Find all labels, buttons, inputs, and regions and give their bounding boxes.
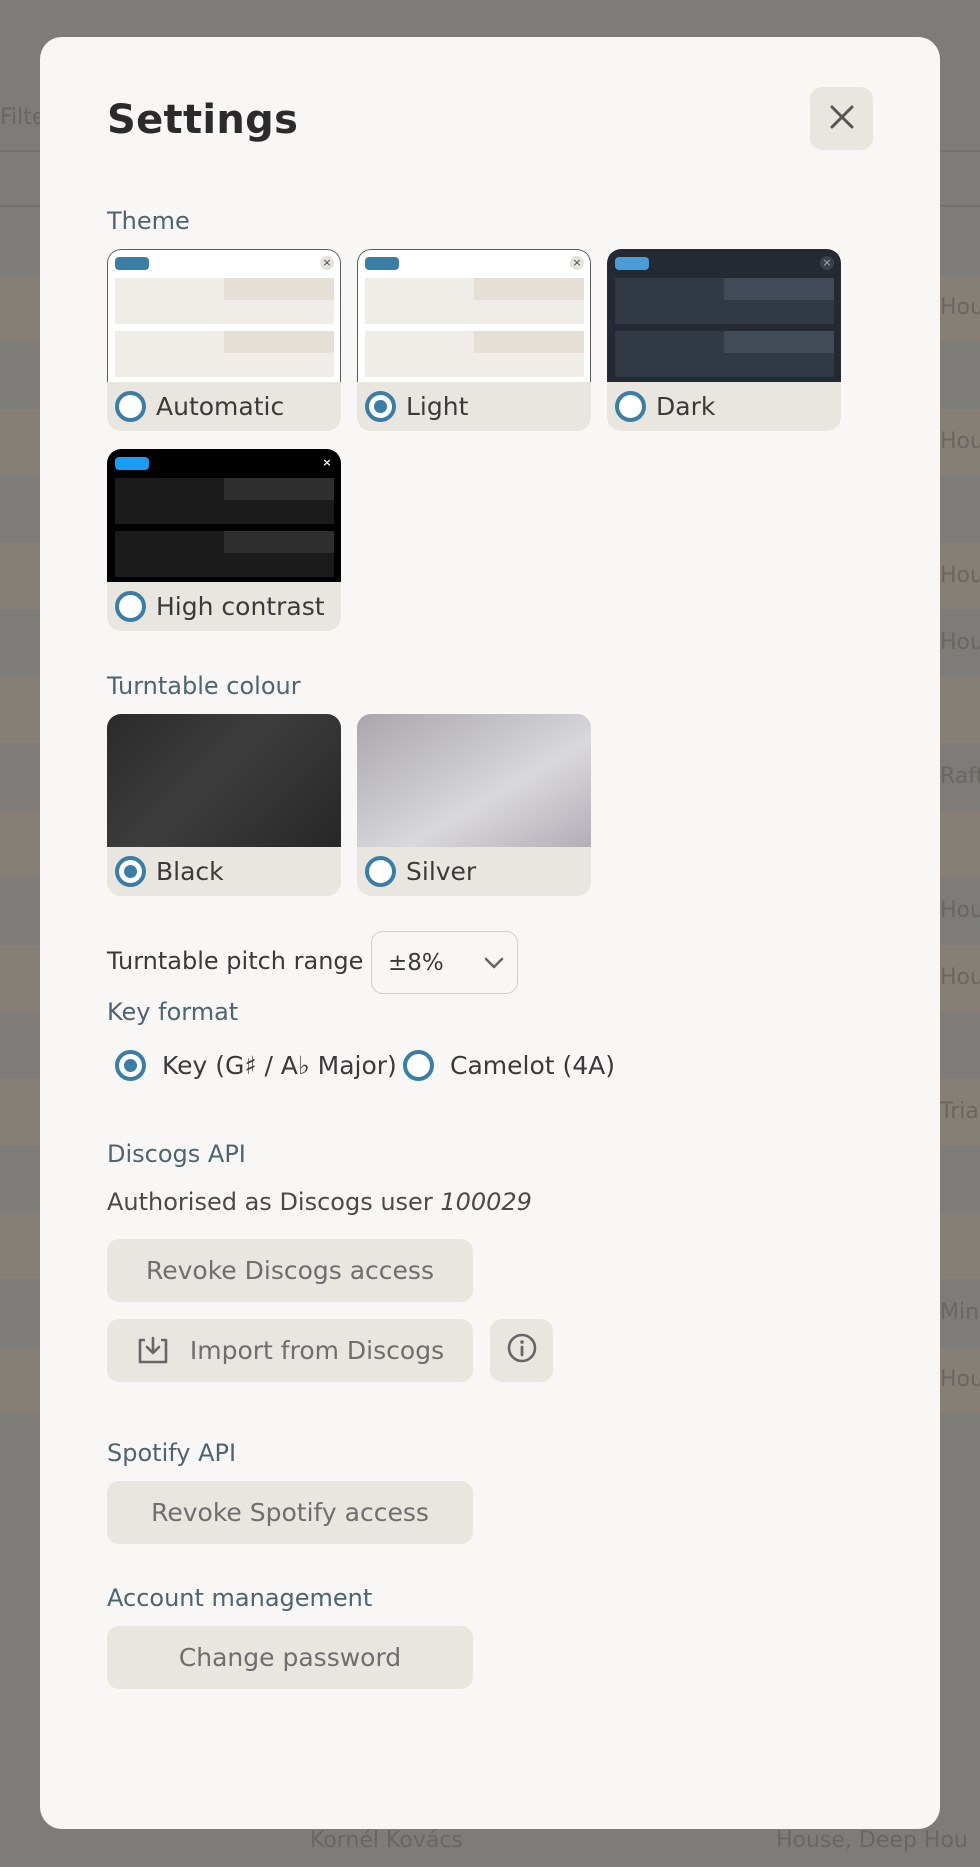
info-icon (506, 1332, 538, 1370)
turntable-colour-label: Turntable colour (107, 672, 301, 700)
preview-pill (615, 257, 649, 270)
key-format-option-key[interactable]: Key (G♯ / A♭ Major) (115, 1050, 397, 1081)
turntable-swatch-silver (357, 714, 591, 847)
pitch-range-select[interactable]: ±8% (371, 931, 518, 994)
theme-option-automatic[interactable]: × Automatic (107, 249, 341, 431)
key-format-radio-camelot[interactable] (403, 1050, 434, 1081)
theme-option-label: High contrast (156, 591, 325, 621)
theme-radio-high-contrast[interactable] (115, 590, 146, 622)
preview-pill (365, 257, 399, 270)
change-password-button[interactable]: Change password (107, 1626, 473, 1689)
preview-row (615, 331, 834, 377)
revoke-discogs-label: Revoke Discogs access (146, 1256, 434, 1285)
preview-pill (115, 457, 149, 470)
bg-genre-text: Hou (940, 965, 980, 990)
pitch-range-value: ±8% (388, 949, 444, 976)
preview-close-icon: × (820, 256, 834, 270)
preview-row (365, 278, 584, 324)
dialog-title: Settings (107, 97, 299, 143)
preview-row (615, 278, 834, 324)
pitch-range-label: Turntable pitch range (107, 947, 364, 975)
discogs-user: 100029 (440, 1188, 532, 1216)
theme-option-label: Automatic (156, 391, 285, 421)
theme-preview-high-contrast: × (107, 449, 341, 582)
turntable-radio-silver[interactable] (365, 855, 396, 887)
close-button[interactable] (810, 87, 873, 150)
bg-genre-text: Raft (940, 764, 980, 789)
discogs-label: Discogs API (107, 1140, 246, 1168)
bg-genre-text: Hou (940, 563, 980, 588)
revoke-spotify-label: Revoke Spotify access (151, 1498, 429, 1527)
key-format-option-camelot[interactable]: Camelot (4A) (403, 1050, 615, 1081)
theme-preview-automatic: × (107, 249, 341, 382)
preview-row (115, 331, 334, 377)
bg-genre-text: Hou (940, 429, 980, 454)
theme-preview-dark: × (607, 249, 841, 382)
import-discogs-button[interactable]: Import from Discogs (107, 1319, 473, 1382)
bg-genre-text: Hou (940, 295, 980, 320)
download-tray-icon (136, 1336, 170, 1366)
preview-pill (115, 257, 149, 270)
preview-row (115, 278, 334, 324)
spotify-label: Spotify API (107, 1439, 237, 1467)
bg-genre-text: Hou (940, 1367, 980, 1392)
change-password-label: Change password (178, 1643, 402, 1672)
preview-row (115, 478, 334, 524)
theme-option-dark[interactable]: × Dark (607, 249, 841, 431)
theme-radio-dark[interactable] (615, 390, 646, 422)
settings-dialog: Settings Theme × Automatic × Light × Dar… (40, 37, 940, 1829)
theme-preview-light: × (357, 249, 591, 382)
bg-filter-text: Filte (0, 105, 46, 130)
chevron-down-icon (483, 952, 505, 980)
turntable-radio-black[interactable] (115, 855, 146, 887)
bg-genre-text: Mini (940, 1300, 980, 1325)
key-format-label: Key format (107, 998, 239, 1026)
account-label: Account management (107, 1584, 373, 1612)
theme-option-label: Light (406, 391, 469, 421)
revoke-spotify-button[interactable]: Revoke Spotify access (107, 1481, 473, 1544)
preview-close-icon: × (570, 256, 584, 270)
preview-row (365, 331, 584, 377)
key-format-option-label: Key (G♯ / A♭ Major) (162, 1051, 397, 1080)
theme-option-high-contrast[interactable]: × High contrast (107, 449, 341, 631)
close-icon (829, 104, 855, 134)
key-format-option-label: Camelot (4A) (450, 1051, 616, 1080)
bg-genre-text: Hou (940, 630, 980, 655)
preview-close-icon: × (320, 256, 334, 270)
turntable-option-label: Silver (406, 856, 477, 886)
theme-label: Theme (107, 207, 190, 235)
theme-option-label: Dark (656, 391, 716, 421)
discogs-status-prefix: Authorised as Discogs user (107, 1188, 433, 1216)
turntable-option-silver[interactable]: Silver (357, 714, 591, 896)
theme-option-light[interactable]: × Light (357, 249, 591, 431)
discogs-status: Authorised as Discogs user 100029 (107, 1188, 532, 1216)
key-format-radio-key[interactable] (115, 1050, 146, 1081)
discogs-info-button[interactable] (490, 1319, 553, 1382)
preview-row (115, 531, 334, 577)
turntable-option-label: Black (156, 856, 224, 886)
bg-genre-text: Hou (940, 898, 980, 923)
theme-radio-light[interactable] (365, 390, 396, 422)
turntable-option-black[interactable]: Black (107, 714, 341, 896)
bg-footer-artist: Kornél Kovács (310, 1828, 463, 1853)
theme-radio-automatic[interactable] (115, 390, 146, 422)
import-discogs-label: Import from Discogs (189, 1336, 445, 1365)
preview-close-icon: × (320, 456, 334, 470)
turntable-swatch-black (107, 714, 341, 847)
bg-genre-text: Tria (940, 1099, 979, 1124)
bg-footer-genre: House, Deep Hou (776, 1828, 968, 1853)
revoke-discogs-button[interactable]: Revoke Discogs access (107, 1239, 473, 1302)
